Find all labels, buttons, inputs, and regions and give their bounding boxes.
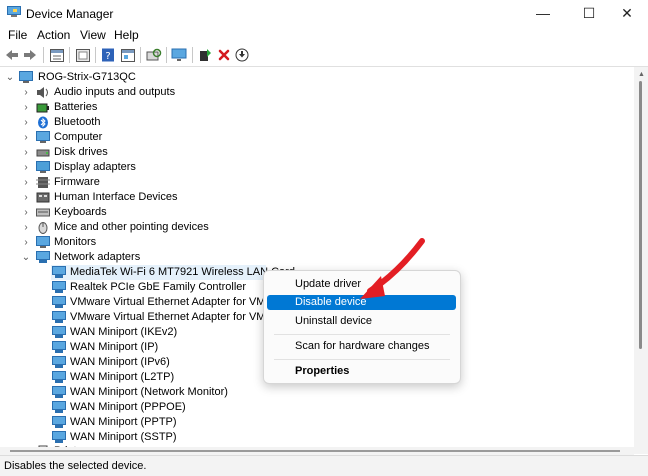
chevron-right-icon[interactable]: ›: [21, 235, 31, 250]
tree-item-batteries[interactable]: › Batteries: [0, 100, 300, 115]
annotation-arrow: [360, 238, 425, 299]
menu-action[interactable]: Action: [37, 28, 70, 42]
scan-hardware-icon[interactable]: [146, 47, 162, 63]
chevron-right-icon[interactable]: ›: [21, 115, 31, 130]
bluetooth-icon: [38, 116, 48, 129]
mouse-icon: [38, 222, 48, 234]
tree-item-network-adapters[interactable]: ⌄ Network adapters: [0, 250, 300, 265]
hid-icon: [36, 192, 50, 203]
menu-help[interactable]: Help: [114, 28, 139, 42]
tree-item-monitors[interactable]: › Monitors: [0, 235, 300, 250]
display-adapter-icon: [36, 161, 50, 173]
chevron-right-icon[interactable]: ›: [21, 190, 31, 205]
network-adapter-icon: [52, 281, 66, 293]
menu-properties[interactable]: Properties: [267, 364, 456, 379]
monitor-icon[interactable]: [171, 47, 187, 63]
status-bar: Disables the selected device.: [0, 455, 648, 476]
firmware-icon: [36, 177, 50, 188]
tree-item-audio[interactable]: › Audio inputs and outputs: [0, 85, 300, 100]
chevron-right-icon[interactable]: ›: [21, 85, 31, 100]
network-adapter-icon: [52, 326, 66, 338]
tree-item-firmware[interactable]: › Firmware: [0, 175, 300, 190]
chevron-right-icon[interactable]: ›: [21, 220, 31, 235]
tree-root[interactable]: ⌄ ROG-Strix-G713QC: [0, 70, 300, 85]
computer-icon: [36, 131, 50, 143]
console-icon[interactable]: [120, 47, 136, 63]
network-adapter-icon: [52, 311, 66, 323]
keyboard-icon: [36, 208, 50, 217]
tree-root-label: ROG-Strix-G713QC: [38, 71, 136, 83]
scroll-up-icon[interactable]: ▲: [638, 71, 645, 78]
menu-scan-hardware[interactable]: Scan for hardware changes: [267, 339, 456, 354]
tree-item-adapter-selected[interactable]: MediaTek Wi-Fi 6 MT7921 Wireless LAN Car…: [51, 265, 295, 280]
tree-item-adapter[interactable]: Realtek PCIe GbE Family Controller: [51, 280, 266, 295]
tree-item-adapter[interactable]: WAN Miniport (Network Monitor): [51, 385, 266, 400]
tree-item-adapter[interactable]: WAN Miniport (SSTP): [51, 430, 266, 445]
network-adapter-icon: [52, 386, 66, 398]
chevron-right-icon[interactable]: ›: [21, 145, 31, 160]
disk-drive-icon: [36, 149, 50, 157]
chevron-right-icon[interactable]: ›: [21, 130, 31, 145]
tree-item-keyboards[interactable]: › Keyboards: [0, 205, 300, 220]
network-adapter-icon: [52, 296, 66, 308]
properties-icon[interactable]: [49, 47, 65, 63]
monitor-icon: [36, 236, 50, 248]
tree-item-hid[interactable]: › Human Interface Devices: [0, 190, 300, 205]
minimize-button[interactable]: —: [520, 0, 566, 26]
network-adapter-icon: [52, 401, 66, 413]
chevron-down-icon[interactable]: ⌄: [5, 70, 15, 85]
show-hidden-icon[interactable]: [75, 47, 91, 63]
computer-icon: [19, 71, 33, 83]
tree-item-adapter[interactable]: WAN Miniport (L2TP): [51, 370, 266, 385]
tree-item-adapter[interactable]: VMware Virtual Ethernet Adapter for VMne…: [51, 310, 287, 325]
menu-uninstall-device[interactable]: Uninstall device: [267, 314, 456, 329]
tree-item-disk-drives[interactable]: › Disk drives: [0, 145, 300, 160]
menu-file[interactable]: File: [8, 28, 27, 42]
toolbar: ?: [0, 44, 648, 67]
vertical-scrollbar[interactable]: ▲: [634, 67, 648, 454]
title-bar: Device Manager — ☐ ✕: [0, 0, 648, 26]
tree-item-adapter[interactable]: WAN Miniport (PPPOE): [51, 400, 266, 415]
disable-icon[interactable]: [234, 47, 250, 63]
network-adapter-icon: [52, 416, 66, 428]
tree-item-display-adapters[interactable]: › Display adapters: [0, 160, 300, 175]
menu-bar: File Action View Help: [0, 26, 648, 44]
tree-item-adapter[interactable]: WAN Miniport (IP): [51, 340, 266, 355]
hscroll-thumb[interactable]: [10, 450, 620, 452]
network-adapter-icon: [52, 371, 66, 383]
tree-item-mice[interactable]: › Mice and other pointing devices: [0, 220, 300, 235]
tree-item-bluetooth[interactable]: › Bluetooth: [0, 115, 300, 130]
chevron-right-icon[interactable]: ›: [21, 160, 31, 175]
close-button[interactable]: ✕: [604, 0, 648, 26]
back-icon[interactable]: [4, 47, 20, 63]
network-adapter-icon: [36, 251, 50, 263]
forward-icon[interactable]: [22, 47, 38, 63]
chevron-right-icon[interactable]: ›: [21, 100, 31, 115]
chevron-right-icon[interactable]: ›: [21, 205, 31, 220]
uninstall-icon[interactable]: [216, 47, 232, 63]
menu-view[interactable]: View: [80, 28, 106, 42]
device-tree[interactable]: ⌄ ROG-Strix-G713QC › Audio inputs and ou…: [0, 67, 634, 454]
network-adapter-icon: [52, 356, 66, 368]
battery-icon: [36, 103, 49, 113]
update-driver-icon[interactable]: [197, 47, 213, 63]
network-adapter-icon: [52, 431, 66, 443]
tree-item-adapter[interactable]: WAN Miniport (IPv6): [51, 355, 266, 370]
window-title: Device Manager: [26, 7, 114, 21]
horizontal-scrollbar[interactable]: [0, 447, 634, 455]
speaker-icon: [37, 87, 48, 98]
tree-item-adapter[interactable]: WAN Miniport (IKEv2): [51, 325, 266, 340]
tree-item-computer[interactable]: › Computer: [0, 130, 300, 145]
scroll-thumb[interactable]: [639, 81, 642, 349]
network-adapter-icon: [52, 266, 66, 278]
device-manager-icon: [7, 6, 21, 17]
svg-text:?: ?: [105, 51, 110, 62]
tree-item-adapter[interactable]: WAN Miniport (PPTP): [51, 415, 266, 430]
tree-item-adapter[interactable]: VMware Virtual Ethernet Adapter for VMne…: [51, 295, 287, 310]
chevron-down-icon[interactable]: ⌄: [21, 250, 31, 265]
chevron-right-icon[interactable]: ›: [21, 175, 31, 190]
status-text: Disables the selected device.: [4, 460, 147, 472]
network-adapter-icon: [52, 341, 66, 353]
help-icon[interactable]: ?: [100, 47, 116, 63]
